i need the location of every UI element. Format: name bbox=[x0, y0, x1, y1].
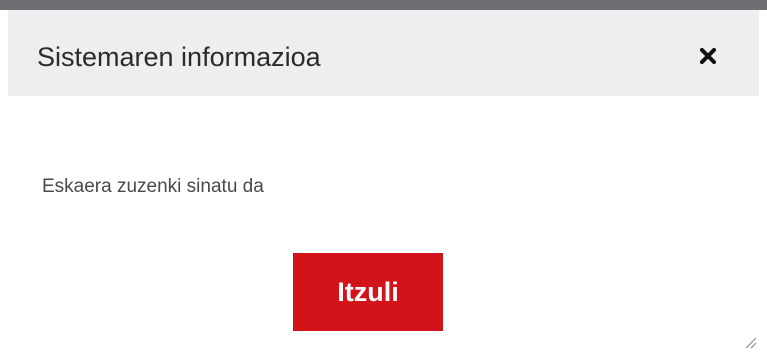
dialog-title: Sistemaren informazioa bbox=[37, 42, 321, 72]
close-icon[interactable] bbox=[700, 48, 716, 64]
back-button[interactable]: Itzuli bbox=[293, 253, 443, 331]
window-top-border bbox=[0, 0, 767, 10]
dialog-body: Eskaera zuzenki sinatu da Itzuli bbox=[8, 96, 759, 353]
system-info-dialog: Sistemaren informazioa Eskaera zuzenki s… bbox=[8, 10, 759, 353]
close-button[interactable] bbox=[693, 41, 723, 71]
resize-handle-icon[interactable] bbox=[741, 333, 757, 349]
screen: Sistemaren informazioa Eskaera zuzenki s… bbox=[0, 0, 767, 353]
dialog-message: Eskaera zuzenki sinatu da bbox=[42, 176, 264, 197]
dialog-header: Sistemaren informazioa bbox=[8, 10, 759, 96]
